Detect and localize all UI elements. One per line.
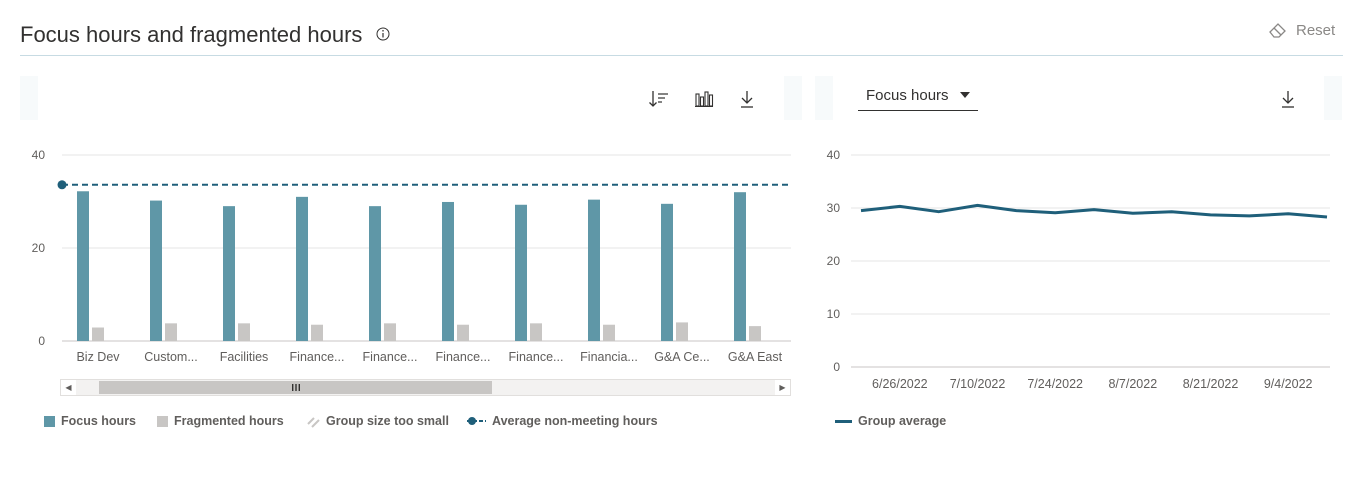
- legend-swatch-focus: [44, 415, 55, 427]
- bar-focus-hours: [442, 201, 454, 341]
- legend-label: Group size too small: [326, 414, 449, 428]
- bar-fragmented-hours: [311, 324, 323, 341]
- x-category-label: G&A Ce...: [654, 350, 710, 364]
- legend-group-average: Group average: [835, 414, 946, 428]
- scroll-right-button[interactable]: ▶: [775, 380, 790, 395]
- x-tick-label: 8/21/2022: [1183, 377, 1239, 391]
- x-tick-label: 8/7/2022: [1108, 377, 1157, 391]
- x-category-label: Finance...: [436, 350, 491, 364]
- legend-label: Group average: [858, 414, 947, 428]
- bar-focus-hours: [369, 206, 381, 341]
- x-category-label: Finance...: [509, 350, 564, 364]
- x-category-label: Custom...: [144, 350, 198, 364]
- bar-fragmented-hours: [238, 323, 250, 341]
- bar-fragmented-hours: [384, 323, 396, 341]
- x-category-label: Facilities: [220, 350, 269, 364]
- bar-focus-hours: [661, 203, 673, 341]
- bar-fragmented-hours: [165, 323, 177, 341]
- bar-fragmented-hours: [676, 322, 688, 341]
- x-tick-label: 7/10/2022: [950, 377, 1006, 391]
- y-tick-label: 40: [827, 148, 841, 162]
- series-line-group-average: [860, 203, 1328, 219]
- legend-focus-hours: Focus hours: [44, 414, 136, 428]
- charts-canvas: 0 20 40 Biz Dev Custom... Facilities Finance..…: [32, 148, 1330, 391]
- y-tick-label: 20: [32, 241, 46, 255]
- legend-average-non-meeting-hours: Average non-meeting hours: [466, 414, 658, 428]
- scroll-thumb[interactable]: [99, 381, 492, 394]
- y-tick-label: 10: [827, 307, 841, 321]
- chart-scrollbar[interactable]: ◀ ▶: [60, 379, 791, 396]
- legend-swatch-line: [835, 419, 852, 423]
- y-tick-label: 40: [32, 148, 46, 162]
- x-category-label: G&A East: [728, 350, 783, 364]
- y-tick-label: 0: [38, 334, 45, 348]
- x-category-label: Finance...: [363, 350, 418, 364]
- x-tick-label: 9/4/2022: [1264, 377, 1313, 391]
- x-category-label: Financia...: [580, 350, 638, 364]
- hatch-swatch-icon: [307, 416, 320, 428]
- bar-focus-hours: [515, 204, 527, 341]
- bar-focus-hours: [150, 200, 162, 341]
- bar-fragmented-hours: [749, 326, 761, 341]
- bar-fragmented-hours: [603, 324, 615, 341]
- x-category-label: Biz Dev: [76, 350, 120, 364]
- average-reference-marker: [57, 180, 67, 190]
- grip-icon: [291, 384, 300, 391]
- legend-label: Fragmented hours: [174, 414, 284, 428]
- bar-fragmented-hours: [457, 324, 469, 341]
- x-tick-label: 6/26/2022: [872, 377, 928, 391]
- bar-fragmented-hours: [92, 327, 104, 341]
- dashed-line-marker-icon: [467, 417, 486, 425]
- y-tick-label: 0: [833, 360, 840, 374]
- legend-fragmented-hours: Fragmented hours: [157, 414, 284, 428]
- y-tick-label: 30: [827, 201, 841, 215]
- scroll-left-button[interactable]: ◀: [61, 380, 76, 395]
- legend-label: Average non-meeting hours: [492, 414, 658, 428]
- legend-label: Focus hours: [61, 414, 137, 428]
- bar-focus-hours: [588, 199, 600, 341]
- x-category-label: Finance...: [290, 350, 345, 364]
- bar-focus-hours: [77, 191, 89, 341]
- legend-group-size-too-small: Group size too small: [307, 414, 449, 428]
- bar-focus-hours: [223, 206, 235, 341]
- bar-fragmented-hours: [530, 323, 542, 341]
- legend-swatch-fragmented: [157, 415, 168, 427]
- y-tick-label: 20: [827, 254, 841, 268]
- bar-focus-hours: [734, 192, 746, 341]
- bar-focus-hours: [296, 196, 308, 341]
- x-tick-label: 7/24/2022: [1027, 377, 1083, 391]
